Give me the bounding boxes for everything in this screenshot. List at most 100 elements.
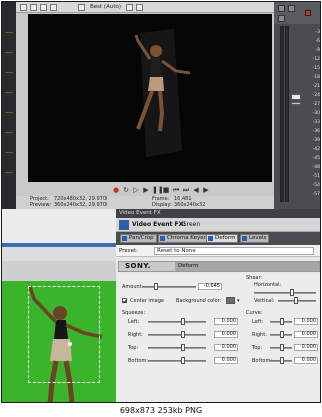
squeeze-label: Squeeze: <box>122 310 146 316</box>
master-bus-panel: -3 -6 -9 -12 -15 -18 -21 -24 -27 -30 -33 -36 -39 -42 -… <box>274 2 321 209</box>
loop-icon[interactable]: ↻ <box>122 186 130 194</box>
play-from-start-icon[interactable]: ▷ <box>132 186 140 194</box>
curve-label: Curve: <box>246 310 263 316</box>
squeeze-top-thumb[interactable] <box>181 344 185 351</box>
mute-icon[interactable] <box>288 5 295 12</box>
plugin-header: SONY. Deform <box>118 261 320 272</box>
display-label: Display: <box>152 202 172 208</box>
squeeze-bottom-label: Bottom: <box>128 358 149 364</box>
meter-scale-label: -36 <box>312 129 320 134</box>
amount-slider[interactable] <box>142 286 196 288</box>
chain-item-pan-crop[interactable]: Pan/Crop <box>120 234 157 243</box>
squeeze-top-slider[interactable] <box>148 347 206 349</box>
vertical-label: Vertical: <box>254 298 275 304</box>
meter-scale-label: -51 <box>312 174 320 179</box>
preset-dropdown[interactable]: Reset to None <box>154 247 314 255</box>
next-frame-icon[interactable]: ▶ <box>202 186 210 194</box>
squeeze-right-slider[interactable] <box>148 334 206 336</box>
horizontal-slider[interactable] <box>254 292 316 294</box>
curve-right-thumb[interactable] <box>280 331 284 338</box>
curve-top-thumb[interactable] <box>280 344 284 351</box>
fx-plugin-icon[interactable] <box>119 220 129 230</box>
stop-icon[interactable]: ■ <box>162 186 170 194</box>
chain-item-levels[interactable]: Levels <box>240 234 270 243</box>
master-fader[interactable] <box>291 94 301 100</box>
meter-scale-label: -27 <box>312 102 320 107</box>
overlays-icon[interactable] <box>50 4 57 11</box>
horizontal-label: Horizontal: <box>254 282 282 288</box>
curve-left-thumb[interactable] <box>280 318 284 325</box>
meter-scale-label: -21 <box>312 84 320 89</box>
shear-label: Shear: <box>246 275 263 281</box>
fx-window-title: Video Event FX <box>116 209 320 218</box>
amount-value[interactable]: -0.645 <box>198 283 222 290</box>
squeeze-right-thumb[interactable] <box>181 331 185 338</box>
secondary-preview-toolbar <box>2 209 116 243</box>
meter-scale-label: -6 <box>315 39 321 44</box>
split-screen-icon[interactable] <box>40 4 47 11</box>
fx-header-label: Video Event FX: <box>132 221 186 228</box>
preset-row: Preset: Reset to None <box>116 245 320 257</box>
squeeze-bottom-thumb[interactable] <box>181 357 185 364</box>
preview-toolbar: Best (Auto) <box>16 2 274 13</box>
squeeze-left-thumb[interactable] <box>181 318 185 325</box>
color-dropdown-icon[interactable]: ▾ <box>237 298 240 304</box>
prev-frame-icon[interactable]: ◀ <box>192 186 200 194</box>
squeeze-bottom-value[interactable]: 0.000 <box>214 357 238 364</box>
vertical-slider-thumb[interactable] <box>294 297 298 304</box>
preview-quality[interactable]: Best (Auto) <box>90 2 121 13</box>
squeeze-top-value[interactable]: 0.000 <box>214 344 238 351</box>
center-image-label: Center image <box>130 298 164 304</box>
horizontal-slider-thumb[interactable] <box>290 289 294 296</box>
meter-scale-label: -30 <box>312 111 320 116</box>
chain-item-deform[interactable]: Deform <box>206 234 239 243</box>
record-icon[interactable]: ● <box>112 186 120 194</box>
squeeze-left-value[interactable]: 0.000 <box>214 318 238 325</box>
level-meter-right <box>285 26 289 202</box>
dancer-figure <box>134 29 191 157</box>
background-color-swatch[interactable] <box>226 297 235 304</box>
meter-scale-label: -42 <box>312 147 320 152</box>
curve-right-value[interactable]: 0.000 <box>294 331 318 338</box>
squeeze-bottom-slider[interactable] <box>148 360 206 362</box>
crop-selection-box[interactable] <box>28 286 100 383</box>
copy-snapshot-icon[interactable] <box>136 4 143 11</box>
fx-icon[interactable] <box>278 5 285 12</box>
external-monitor-icon[interactable] <box>30 4 37 11</box>
snapshot-icon[interactable] <box>126 4 133 11</box>
image-caption: 698x873 253kb PNG <box>119 406 203 415</box>
meter-scale-label: -9 <box>315 48 321 53</box>
level-meter-left <box>280 26 284 202</box>
meter-scale-label: -3 <box>315 30 321 35</box>
play-icon[interactable]: ▶ <box>142 186 150 194</box>
center-image-checkbox[interactable] <box>122 298 127 303</box>
meter-scale-label: -15 <box>312 66 320 71</box>
curve-left-value[interactable]: 0.000 <box>294 318 318 325</box>
fx-area: Video Event FX Video Event FX: Green Pan… <box>2 209 320 402</box>
go-to-start-icon[interactable]: ⏮ <box>172 186 180 194</box>
squeeze-right-value[interactable]: 0.000 <box>214 331 238 338</box>
quality-dropdown-icon[interactable] <box>78 4 85 11</box>
selection-highlight <box>2 243 116 247</box>
go-to-end-icon[interactable]: ⏭ <box>182 186 190 194</box>
squeeze-left-slider[interactable] <box>148 321 206 323</box>
master-bus-toolbar <box>274 2 320 24</box>
deform-controls: Amount: -0.645 Shear: Horizontal: Vertic… <box>118 273 320 401</box>
chain-item-chroma-keyer[interactable]: Chroma Keyer <box>158 234 209 243</box>
curve-top-value[interactable]: 0.000 <box>294 344 318 351</box>
squeeze-top-label: Top: <box>128 345 139 351</box>
squeeze-left-label: Left: <box>128 319 140 325</box>
master-fader-secondary[interactable] <box>291 102 301 105</box>
meter-scale-label: -12 <box>312 57 320 62</box>
bus-settings-icon[interactable] <box>278 15 285 22</box>
solo-icon[interactable] <box>305 10 311 16</box>
curve-top-label: Top: <box>252 345 263 351</box>
curve-right-label: Right: <box>252 332 267 338</box>
meter-scale-label: -39 <box>312 138 320 143</box>
curve-bottom-value[interactable]: 0.000 <box>294 357 318 364</box>
pause-icon[interactable]: ❚❚ <box>152 186 164 194</box>
preview-properties-icon[interactable] <box>20 4 27 11</box>
curve-bottom-thumb[interactable] <box>280 357 284 364</box>
meter-scale-label: -18 <box>312 75 320 80</box>
amount-slider-thumb[interactable] <box>154 283 158 290</box>
